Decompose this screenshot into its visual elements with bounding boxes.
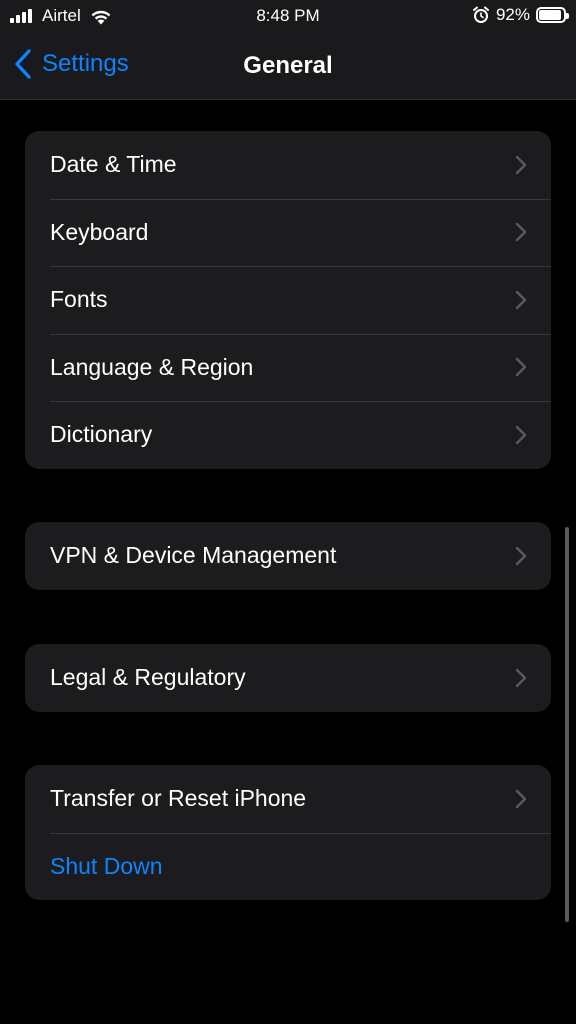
shut-down-button[interactable]: Shut Down	[25, 832, 551, 901]
row-legal-regulatory[interactable]: Legal & Regulatory	[25, 644, 551, 712]
settings-group-vpn: VPN & Device Management	[25, 522, 551, 590]
row-transfer-reset-iphone[interactable]: Transfer or Reset iPhone	[25, 765, 551, 833]
settings-general-screen: Airtel 8:48 PM 92% Settings General Date…	[0, 0, 576, 1024]
row-label: Fonts	[50, 286, 108, 313]
navigation-bar: Settings General	[0, 36, 576, 96]
chevron-right-icon	[515, 290, 527, 309]
row-language-region[interactable]: Language & Region	[25, 333, 551, 402]
row-dictionary[interactable]: Dictionary	[25, 401, 551, 469]
status-right: 92%	[472, 5, 569, 25]
scrollbar[interactable]	[565, 527, 569, 922]
alarm-clock-icon	[472, 6, 489, 23]
chevron-right-icon	[515, 155, 527, 174]
settings-group-general-options: Date & Time Keyboard Fonts Language & Re…	[25, 131, 551, 469]
row-label: Shut Down	[50, 852, 163, 879]
row-keyboard[interactable]: Keyboard	[25, 198, 551, 267]
chevron-right-icon	[515, 425, 527, 444]
row-label: Dictionary	[50, 421, 153, 448]
status-bar: Airtel 8:48 PM 92%	[0, 0, 576, 34]
settings-group-legal: Legal & Regulatory	[25, 644, 551, 712]
chevron-right-icon	[515, 668, 527, 687]
battery-fill	[539, 10, 562, 20]
row-vpn-device-management[interactable]: VPN & Device Management	[25, 522, 551, 590]
chevron-right-icon	[515, 223, 527, 242]
battery-icon	[536, 7, 569, 23]
header: Airtel 8:48 PM 92% Settings General	[0, 0, 576, 100]
row-label: Language & Region	[50, 353, 254, 380]
row-label: VPN & Device Management	[50, 542, 337, 569]
chevron-right-icon	[515, 789, 527, 808]
row-label: Legal & Regulatory	[50, 664, 246, 691]
chevron-right-icon	[515, 546, 527, 565]
settings-group-reset: Transfer or Reset iPhone Shut Down	[25, 765, 551, 900]
row-label: Date & Time	[50, 151, 177, 178]
row-fonts[interactable]: Fonts	[25, 266, 551, 334]
battery-cap	[566, 13, 569, 19]
row-label: Transfer or Reset iPhone	[50, 785, 307, 812]
row-date-time[interactable]: Date & Time	[25, 131, 551, 199]
row-label: Keyboard	[50, 218, 149, 245]
page-title: General	[243, 52, 333, 79]
chevron-right-icon	[515, 358, 527, 377]
battery-percent: 92%	[495, 5, 530, 24]
